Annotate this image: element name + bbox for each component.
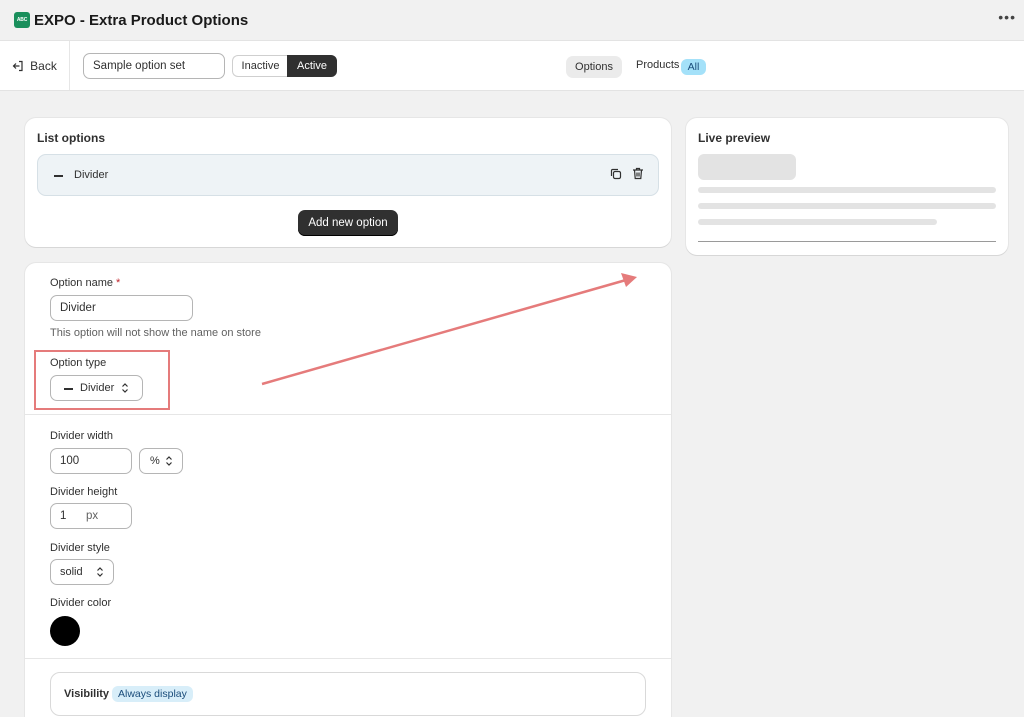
divider-width-input[interactable]: 100 bbox=[50, 448, 132, 474]
option-type-value: Divider bbox=[80, 382, 115, 394]
more-actions-icon[interactable]: ••• bbox=[998, 10, 1016, 24]
preview-skeleton-line bbox=[698, 203, 996, 209]
option-set-name-input[interactable] bbox=[83, 53, 225, 79]
option-name-label: Option name * bbox=[50, 277, 121, 289]
divider-color-swatch[interactable] bbox=[50, 616, 80, 646]
list-options-title: List options bbox=[37, 131, 105, 145]
back-button[interactable]: Back bbox=[0, 41, 70, 90]
duplicate-icon[interactable] bbox=[610, 168, 622, 183]
divider-style-label: Divider style bbox=[50, 542, 110, 554]
list-item-label: Divider bbox=[74, 169, 109, 181]
preview-divider bbox=[698, 241, 996, 242]
divider-dash-icon bbox=[54, 175, 63, 177]
preview-skeleton-title bbox=[698, 154, 796, 180]
app-title: EXPO - Extra Product Options bbox=[34, 11, 249, 29]
divider-height-label: Divider height bbox=[50, 486, 118, 498]
option-editor-card: Option name * Divider This option will n… bbox=[25, 263, 671, 717]
select-chevron-icon bbox=[122, 383, 128, 393]
divider-height-input[interactable]: 1 px bbox=[50, 503, 132, 529]
status-inactive-toggle[interactable]: Inactive bbox=[232, 55, 288, 77]
preview-skeleton-line bbox=[698, 187, 996, 193]
products-all-badge: All bbox=[681, 59, 706, 75]
option-type-label: Option type bbox=[50, 357, 107, 369]
list-options-card: List options Divider Add new option bbox=[25, 118, 671, 247]
option-name-input[interactable]: Divider bbox=[50, 295, 193, 321]
preview-skeleton-line bbox=[698, 219, 937, 225]
select-chevron-icon bbox=[166, 456, 172, 466]
option-type-select[interactable]: Divider bbox=[50, 375, 143, 401]
section-divider bbox=[25, 658, 671, 659]
live-preview-card: Live preview bbox=[686, 118, 1008, 255]
live-preview-title: Live preview bbox=[698, 131, 771, 145]
unit-value: % bbox=[150, 455, 160, 467]
visibility-badge: Always display bbox=[112, 686, 193, 702]
option-name-help: This option will not show the name on st… bbox=[50, 327, 261, 339]
tab-options[interactable]: Options bbox=[566, 56, 622, 78]
divider-dash-icon bbox=[64, 388, 73, 390]
tab-products[interactable]: Products bbox=[636, 59, 679, 71]
delete-icon[interactable] bbox=[632, 167, 644, 183]
visibility-label: Visibility bbox=[64, 688, 110, 700]
divider-height-suffix: px bbox=[86, 510, 99, 522]
divider-width-unit-select[interactable]: % bbox=[139, 448, 183, 474]
required-mark: * bbox=[116, 277, 121, 289]
divider-color-label: Divider color bbox=[50, 597, 112, 609]
list-item[interactable]: Divider bbox=[37, 154, 659, 196]
divider-height-value: 1 bbox=[60, 510, 67, 522]
exit-arrow-icon bbox=[12, 60, 24, 72]
status-active-toggle[interactable]: Active bbox=[287, 55, 337, 77]
divider-width-label: Divider width bbox=[50, 430, 113, 442]
app-logo-icon: ABC bbox=[14, 12, 30, 28]
toolbar: Back Inactive Active Options Products Al… bbox=[0, 40, 1024, 91]
app-titlebar: ABC EXPO - Extra Product Options ••• bbox=[0, 0, 1024, 40]
add-new-option-button[interactable]: Add new option bbox=[298, 210, 398, 236]
divider-style-select[interactable]: solid bbox=[50, 559, 114, 585]
visibility-section[interactable]: Visibility Always display bbox=[50, 672, 646, 716]
back-label: Back bbox=[30, 58, 57, 73]
select-chevron-icon bbox=[97, 567, 103, 577]
divider-style-value: solid bbox=[60, 566, 83, 578]
section-divider bbox=[25, 414, 671, 415]
